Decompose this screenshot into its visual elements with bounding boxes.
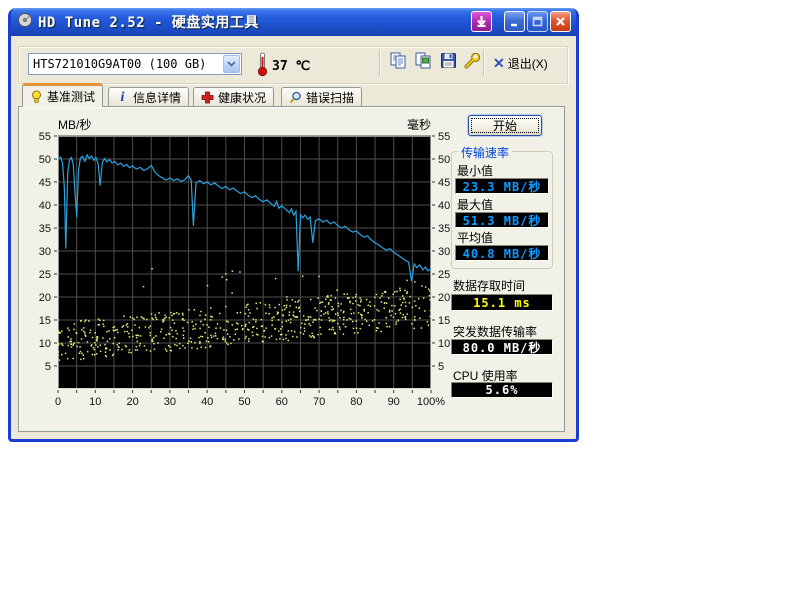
svg-text:90: 90 — [388, 396, 400, 408]
toolbar-separator — [483, 50, 485, 76]
svg-text:30: 30 — [39, 246, 51, 258]
burst-rate-value: 80.0 MB/秒 — [451, 339, 553, 355]
copy-screenshot-icon — [415, 52, 432, 74]
drive-select[interactable]: HTS721010G9AT00 (100 GB) — [28, 53, 242, 75]
info-icon: i — [116, 91, 129, 104]
tab-error-scan[interactable]: 错误扫描 — [281, 87, 362, 107]
tab-benchmark[interactable]: 基准测试 — [22, 83, 103, 107]
copy-text-icon — [390, 52, 407, 74]
app-icon — [17, 12, 33, 33]
lightbulb-icon — [30, 90, 43, 103]
access-time-label: 数据存取时间 — [453, 277, 525, 294]
tab-label: 错误扫描 — [306, 89, 354, 106]
group-title: 传输速率 — [458, 144, 512, 161]
access-time-value: 15.1 ms — [451, 294, 553, 311]
titlebar[interactable]: HD Tune 2.52 - 硬盘实用工具 — [11, 8, 576, 36]
min-label: 最小值 — [457, 162, 493, 179]
app-window: HD Tune 2.52 - 硬盘实用工具 HTS721010G9AT00 (1… — [8, 8, 579, 442]
avg-label: 平均值 — [457, 229, 493, 246]
options-button[interactable] — [461, 52, 483, 74]
tab-label: 信息详情 — [133, 89, 181, 106]
svg-text:5: 5 — [438, 361, 444, 373]
svg-text:30: 30 — [164, 396, 176, 408]
toolbar-separator — [379, 50, 381, 76]
copy-text-button[interactable] — [387, 52, 409, 74]
exit-x-icon: ✕ — [493, 56, 505, 70]
drive-select-value: HTS721010G9AT00 (100 GB) — [29, 57, 222, 71]
burst-rate-label: 突发数据传输率 — [453, 323, 537, 340]
svg-text:20: 20 — [126, 396, 138, 408]
tab-label: 健康状况 — [218, 89, 266, 106]
svg-text:45: 45 — [39, 177, 51, 189]
max-label: 最大值 — [457, 196, 493, 213]
transfer-rate-group: 传输速率 最小值 23.3 MB/秒 最大值 51.3 MB/秒 平均值 40.… — [451, 151, 553, 269]
exit-button[interactable]: ✕ 退出(X) — [489, 52, 552, 74]
svg-text:50: 50 — [238, 396, 250, 408]
cpu-usage-value: 5.6% — [451, 382, 553, 398]
thermometer-icon — [257, 51, 268, 82]
close-button[interactable] — [550, 11, 571, 32]
magnifier-icon — [289, 91, 302, 104]
avg-value: 40.8 MB/秒 — [455, 245, 549, 261]
min-value: 23.3 MB/秒 — [455, 178, 549, 194]
update-download-button[interactable] — [471, 11, 492, 32]
max-value: 51.3 MB/秒 — [455, 212, 549, 228]
benchmark-tab-page: 5510101515202025253030353540404545505055… — [18, 106, 565, 432]
svg-text:MB/秒: MB/秒 — [58, 118, 91, 132]
svg-text:0: 0 — [55, 396, 61, 408]
benchmark-chart: 5510101515202025253030353540404545505055… — [19, 107, 451, 409]
svg-text:50: 50 — [39, 154, 51, 166]
tab-health[interactable]: 健康状况 — [193, 87, 274, 107]
svg-text:60: 60 — [276, 396, 288, 408]
copy-screenshot-button[interactable] — [412, 52, 434, 74]
svg-text:40: 40 — [39, 200, 51, 212]
tab-info[interactable]: i 信息详情 — [108, 87, 189, 107]
results-panel: 开始 传输速率 最小值 23.3 MB/秒 最大值 51.3 MB/秒 平均值 … — [449, 107, 564, 427]
svg-text:70: 70 — [313, 396, 325, 408]
svg-text:35: 35 — [39, 223, 51, 235]
svg-text:25: 25 — [39, 269, 51, 281]
svg-text:10: 10 — [39, 338, 51, 350]
exit-label: 退出(X) — [508, 55, 548, 72]
temperature-value: 37 ℃ — [272, 59, 310, 74]
svg-text:100%: 100% — [417, 396, 445, 408]
temperature-indicator: 37 ℃ — [257, 51, 310, 82]
save-floppy-icon — [440, 52, 457, 74]
window-title: HD Tune 2.52 - 硬盘实用工具 — [38, 12, 259, 32]
svg-text:40: 40 — [201, 396, 213, 408]
wrench-icon — [463, 52, 481, 74]
start-button[interactable]: 开始 — [468, 115, 542, 136]
svg-text:毫秒: 毫秒 — [407, 117, 431, 132]
minimize-button[interactable] — [504, 11, 525, 32]
svg-text:55: 55 — [39, 131, 51, 143]
svg-text:5: 5 — [45, 361, 51, 373]
svg-text:10: 10 — [89, 396, 101, 408]
save-screenshot-button[interactable] — [437, 52, 459, 74]
chevron-down-icon[interactable] — [223, 55, 240, 73]
client-area: HTS721010G9AT00 (100 GB) 37 ℃ — [11, 36, 576, 439]
maximize-button[interactable] — [527, 11, 548, 32]
svg-text:15: 15 — [39, 315, 51, 327]
tab-label: 基准测试 — [47, 88, 95, 105]
svg-text:80: 80 — [350, 396, 362, 408]
red-cross-icon — [201, 91, 214, 104]
svg-text:20: 20 — [39, 292, 51, 304]
